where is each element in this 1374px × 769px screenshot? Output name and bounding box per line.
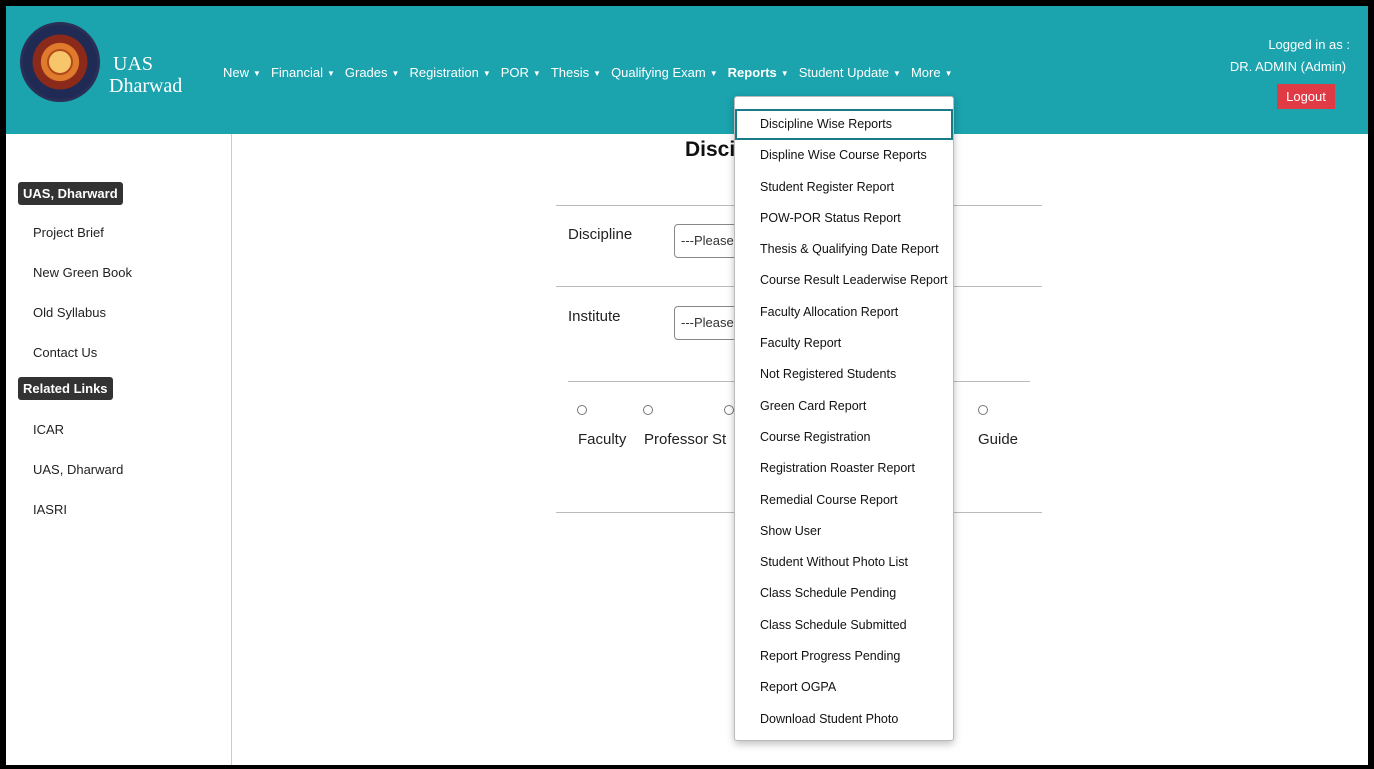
app-frame: UAS Dharwad New ▼ Financial ▼ Grades ▼ Regi… [6, 6, 1368, 765]
discipline-label: Discipline [568, 226, 633, 243]
nav-registration[interactable]: Registration ▼ [409, 65, 490, 80]
menu-item-report-ogpa[interactable]: Report OGPA [735, 672, 953, 703]
main-nav: New ▼ Financial ▼ Grades ▼ Registration ▼ PO… [223, 65, 963, 80]
menu-item-show-user[interactable]: Show User [735, 516, 953, 547]
sidebar-link-iasri[interactable]: IASRI [33, 490, 231, 530]
radio-faculty[interactable] [577, 405, 587, 415]
sidebar: UAS, Dharward Project Brief New Green Bo… [6, 134, 232, 765]
menu-item-faculty-report[interactable]: Faculty Report [735, 328, 953, 359]
nav-grades[interactable]: Grades ▼ [345, 65, 400, 80]
reports-dropdown-menu: Discipline Wise Reports Displine Wise Co… [734, 96, 954, 741]
caret-down-icon: ▼ [391, 69, 400, 79]
nav-reports[interactable]: Reports ▼ [728, 65, 789, 80]
caret-down-icon: ▼ [326, 69, 335, 79]
menu-item-pow-por-status-report[interactable]: POW-POR Status Report [735, 203, 953, 234]
caret-down-icon: ▼ [482, 69, 491, 79]
menu-item-student-register-report[interactable]: Student Register Report [735, 172, 953, 203]
nav-por[interactable]: POR ▼ [501, 65, 541, 80]
menu-item-discipline-wise-reports[interactable]: Discipline Wise Reports [735, 109, 953, 141]
radio-professor[interactable] [643, 405, 653, 415]
menu-item-remedial-course-report[interactable]: Remedial Course Report [735, 485, 953, 516]
sidebar-heading-related-links: Related Links [18, 377, 113, 400]
logout-button[interactable]: Logout [1277, 84, 1335, 109]
caret-down-icon: ▼ [944, 69, 953, 79]
menu-item-not-registered-students[interactable]: Not Registered Students [735, 359, 953, 390]
caret-down-icon: ▼ [532, 69, 541, 79]
menu-item-class-schedule-submitted[interactable]: Class Schedule Submitted [735, 610, 953, 641]
sidebar-link-new-green-book[interactable]: New Green Book [33, 253, 231, 293]
brand-line1: UAS [113, 53, 154, 75]
caret-down-icon: ▼ [253, 69, 261, 79]
sidebar-link-contact-us[interactable]: Contact Us [33, 333, 231, 373]
institute-label: Institute [568, 308, 621, 325]
brand-name: UAS Dharwad [109, 53, 182, 97]
login-info: Logged in as : DR. ADMIN (Admin) Logout [1218, 34, 1358, 109]
sidebar-heading-uas: UAS, Dharward [18, 182, 123, 205]
sidebar-link-uas-dharward[interactable]: UAS, Dharward [33, 450, 231, 490]
caret-down-icon: ▼ [780, 69, 789, 79]
menu-item-download-student-photo[interactable]: Download Student Photo [735, 704, 953, 735]
top-header: UAS Dharwad New ▼ Financial ▼ Grades ▼ Regi… [6, 6, 1368, 134]
menu-item-thesis-qualifying-date-report[interactable]: Thesis & Qualifying Date Report [735, 234, 953, 265]
user-name: DR. ADMIN (Admin) [1229, 59, 1347, 74]
nav-new[interactable]: New ▼ [223, 65, 261, 80]
radio-label-student: St [712, 431, 727, 448]
nav-student-update[interactable]: Student Update ▼ [799, 65, 901, 80]
brand-line2: Dharwad [109, 75, 183, 97]
caret-down-icon: ▼ [893, 69, 901, 79]
logged-in-label: Logged in as : [1268, 37, 1350, 52]
menu-item-student-without-photo-list[interactable]: Student Without Photo List [735, 547, 953, 578]
radio-label-faculty: Faculty [578, 431, 627, 448]
radio-guide[interactable] [978, 405, 988, 415]
menu-item-faculty-allocation-report[interactable]: Faculty Allocation Report [735, 297, 953, 328]
nav-qualifying-exam[interactable]: Qualifying Exam ▼ [611, 65, 718, 80]
menu-item-class-schedule-pending[interactable]: Class Schedule Pending [735, 578, 953, 609]
sidebar-link-project-brief[interactable]: Project Brief [33, 213, 231, 253]
menu-item-displine-wise-course-reports[interactable]: Displine Wise Course Reports [735, 140, 953, 171]
university-logo [20, 22, 100, 102]
menu-item-course-result-leaderwise-report[interactable]: Course Result Leaderwise Report [735, 265, 953, 296]
radio-label-professor: Professor [644, 431, 709, 448]
menu-item-course-registration[interactable]: Course Registration [735, 422, 953, 453]
sidebar-link-icar[interactable]: ICAR [33, 410, 231, 450]
menu-item-green-card-report[interactable]: Green Card Report [735, 391, 953, 422]
nav-thesis[interactable]: Thesis ▼ [551, 65, 601, 80]
menu-item-registration-roaster-report[interactable]: Registration Roaster Report [735, 453, 953, 484]
nav-more[interactable]: More ▼ [911, 65, 953, 80]
menu-item-report-progress-pending[interactable]: Report Progress Pending [735, 641, 953, 672]
sidebar-link-old-syllabus[interactable]: Old Syllabus [33, 293, 231, 333]
radio-label-guide: Guide [978, 431, 1019, 448]
nav-financial[interactable]: Financial ▼ [271, 65, 335, 80]
radio-student[interactable] [724, 405, 734, 415]
caret-down-icon: ▼ [593, 69, 602, 79]
caret-down-icon: ▼ [709, 69, 718, 79]
